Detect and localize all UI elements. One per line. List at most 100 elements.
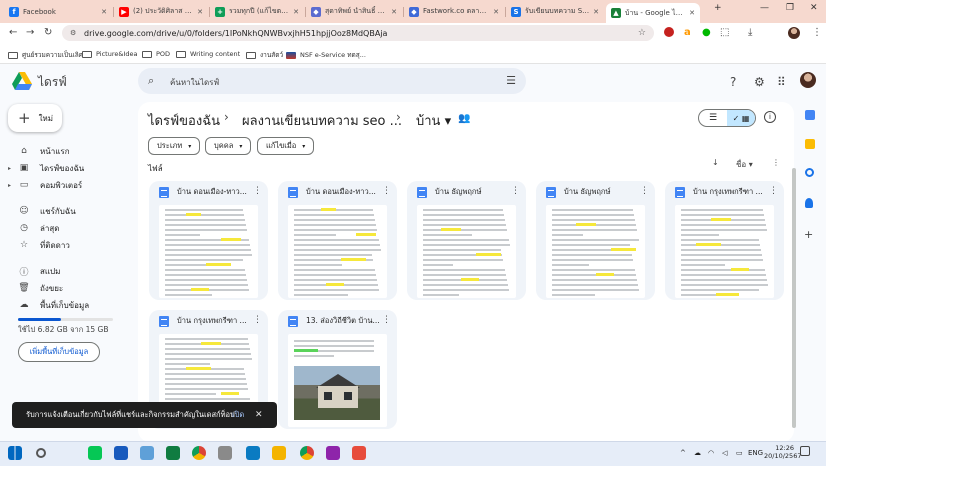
battery-icon[interactable]: ▭ xyxy=(736,449,743,457)
browser-tab[interactable]: ◆ สุดาทิพย์ นำสินธิ์ พรีเม...✕ xyxy=(306,3,402,20)
get-more-storage-button[interactable]: เพิ่มพื้นที่เก็บข้อมูล xyxy=(18,342,100,362)
browser-tab[interactable]: ▲ บ้าน - Google ไดรฟ์ ✕ xyxy=(606,3,700,23)
address-bar[interactable]: ⚙ drive.google.com/drive/u/0/folders/1IP… xyxy=(62,25,654,41)
search-icon[interactable] xyxy=(36,448,46,458)
breadcrumb-current[interactable]: บ้าน ▾ xyxy=(416,110,451,131)
photos-icon[interactable] xyxy=(218,446,232,460)
tab-close-icon[interactable]: ✕ xyxy=(391,8,397,16)
sidebar-item-my-drive[interactable]: ▸ ▣ ไดรฟ์ของฉัน xyxy=(8,160,84,176)
word-icon[interactable] xyxy=(114,446,128,460)
files-icon[interactable] xyxy=(272,446,286,460)
bookmark-star-icon[interactable]: ☆ xyxy=(638,28,646,38)
bookmark-item[interactable]: NSF e-Service ทดสุ... xyxy=(286,50,366,60)
sidebar-item-recent[interactable]: ◷ ล่าสุด xyxy=(8,220,59,236)
sidebar-item-starred[interactable]: ☆ ที่ติดดาว xyxy=(8,237,70,253)
toast-open-button[interactable]: เปิด xyxy=(232,409,244,421)
sidebar-item-home[interactable]: ⌂ หน้าแรก xyxy=(8,143,69,159)
browser-tab[interactable]: f Facebook ✕ xyxy=(4,3,112,20)
file-card[interactable]: บ้าน ดอนเมือง-ทาว... ⋮ xyxy=(278,181,397,300)
line-extension-icon[interactable]: ● xyxy=(702,27,711,38)
file-more-actions-icon[interactable]: ⋮ xyxy=(253,315,262,325)
sort-direction-icon[interactable]: ↓ xyxy=(712,158,719,167)
line-app-icon[interactable] xyxy=(88,446,102,460)
sidebar-item-trash[interactable]: 🗑 ถังขยะ xyxy=(8,280,63,296)
breadcrumb-my-drive[interactable]: ไดรฟ์ของฉัน xyxy=(148,110,220,131)
cloud-icon[interactable]: ☁ xyxy=(694,449,701,457)
tab-close-icon[interactable]: ✕ xyxy=(101,8,107,16)
file-card[interactable]: บ้าน ดอนเมือง-ทาว... ⋮ xyxy=(149,181,268,300)
maximize-button[interactable]: ❐ xyxy=(786,3,794,13)
drive-logo-icon[interactable] xyxy=(12,72,32,92)
file-card[interactable]: บ้าน กรุงเทพกรีฑา ... ⋮ xyxy=(665,181,784,300)
more-options-icon[interactable]: ⋮ xyxy=(772,158,780,167)
settings-gear-icon[interactable]: ⚙ xyxy=(754,75,765,89)
list-view-icon[interactable]: ☰ xyxy=(699,110,727,126)
add-addon-icon[interactable]: + xyxy=(804,228,814,241)
tab-close-icon[interactable]: ✕ xyxy=(689,9,695,17)
sidebar-item-spam[interactable]: ⓘ สแปม xyxy=(8,263,60,279)
tab-close-icon[interactable]: ✕ xyxy=(197,8,203,16)
minimize-button[interactable]: — xyxy=(760,3,769,13)
amazon-extension-icon[interactable]: a xyxy=(684,27,691,38)
bookmark-item[interactable]: Writing content xyxy=(176,50,240,58)
sort-by-button[interactable]: ชื่อ ▾ xyxy=(736,158,753,171)
sidebar-item-computers[interactable]: ▸ ▭ คอมพิวเตอร์ xyxy=(8,177,82,193)
browser-tab[interactable]: S รับเขียนบทความ SEO ค...✕ xyxy=(506,3,604,20)
apps-grid-icon[interactable]: ⠿ xyxy=(777,75,786,89)
chrome-profile-icon[interactable] xyxy=(300,446,314,460)
file-more-actions-icon[interactable]: ⋮ xyxy=(253,186,262,196)
profile-avatar[interactable] xyxy=(788,27,800,39)
download-icon[interactable]: ⤓ xyxy=(748,27,752,38)
forward-icon[interactable]: → xyxy=(26,27,34,38)
search-bar[interactable]: ⌕ ค้นหาในไดรฟ์ ☰ xyxy=(138,68,526,94)
scrollbar[interactable] xyxy=(792,168,796,428)
close-window-button[interactable]: ✕ xyxy=(810,3,818,13)
language-indicator[interactable]: ENG xyxy=(748,449,763,457)
file-more-actions-icon[interactable]: ⋮ xyxy=(769,186,778,196)
search-icon[interactable]: ⌕ xyxy=(148,74,154,88)
tab-close-icon[interactable]: ✕ xyxy=(293,8,299,16)
bookmark-item[interactable]: งานสัตว์ xyxy=(246,50,283,60)
bookmark-item[interactable]: ศูนย์รวมความเป็นเลิศ xyxy=(8,50,83,60)
view-toggle[interactable]: ☰ ✓ ▦ xyxy=(698,109,756,127)
windows-start-icon[interactable] xyxy=(8,446,22,460)
details-info-icon[interactable]: i xyxy=(764,111,776,123)
wifi-icon[interactable]: ◠ xyxy=(708,449,714,457)
new-button[interactable]: + ใหม่ xyxy=(8,104,62,132)
tasks-icon[interactable] xyxy=(805,168,814,177)
chrome-icon[interactable] xyxy=(192,446,206,460)
browser-tab[interactable]: ◆ Fastwork.co ตลาดรวม...✕ xyxy=(404,3,504,20)
menu-kebab-icon[interactable]: ⋮ xyxy=(812,27,822,38)
calendar-icon[interactable] xyxy=(805,110,815,120)
browser-tab[interactable]: + รวมทุกปี (แก้ไขตามเพื่อ...✕ xyxy=(210,3,304,20)
bookmark-item[interactable]: POD xyxy=(142,50,170,58)
browser-tab[interactable]: ▶ (2) ประวัติศิลาส (ฐาน...✕ xyxy=(114,3,208,20)
volume-icon[interactable]: ◁ xyxy=(722,449,727,457)
file-more-actions-icon[interactable]: ⋮ xyxy=(382,186,391,196)
site-info-icon[interactable]: ⚙ xyxy=(70,29,76,37)
bookmark-item[interactable]: Picture&Idea xyxy=(82,50,137,58)
tab-close-icon[interactable]: ✕ xyxy=(493,8,499,16)
extension-icon[interactable] xyxy=(664,27,674,37)
tray-chevron-icon[interactable]: ^ xyxy=(680,449,686,457)
file-card[interactable]: บ้าน ธัญพฤกษ์ ⋮ xyxy=(536,181,655,300)
account-avatar[interactable] xyxy=(800,72,816,88)
clock[interactable]: 12:26 20/10/2567 xyxy=(764,444,801,460)
extensions-puzzle-icon[interactable]: ⬚ xyxy=(720,27,729,38)
breadcrumb-folder[interactable]: ผลงานเขียนบทความ seo ... xyxy=(242,110,402,131)
new-tab-button[interactable]: + xyxy=(714,3,722,13)
app-name[interactable]: ไดรฟ์ xyxy=(38,73,67,92)
file-more-actions-icon[interactable]: ⋮ xyxy=(382,315,391,325)
file-more-actions-icon[interactable]: ⋮ xyxy=(511,186,520,196)
search-options-icon[interactable]: ☰ xyxy=(506,74,516,87)
file-card[interactable]: บ้าน ธัญพฤกษ์ ⋮ xyxy=(407,181,526,300)
file-card[interactable]: 13. ส่องวิถีชีวิต บ้าน... ⋮ xyxy=(278,310,397,429)
edge-icon[interactable] xyxy=(246,446,260,460)
app-icon[interactable] xyxy=(326,446,340,460)
sidebar-item-shared[interactable]: ☺ แชร์กับฉัน xyxy=(8,203,75,219)
keep-icon[interactable] xyxy=(805,139,815,149)
contacts-icon[interactable] xyxy=(805,198,813,208)
file-more-actions-icon[interactable]: ⋮ xyxy=(640,186,649,196)
tab-close-icon[interactable]: ✕ xyxy=(593,8,599,16)
sidebar-item-storage[interactable]: ☁ พื้นที่เก็บข้อมูล xyxy=(8,297,90,313)
